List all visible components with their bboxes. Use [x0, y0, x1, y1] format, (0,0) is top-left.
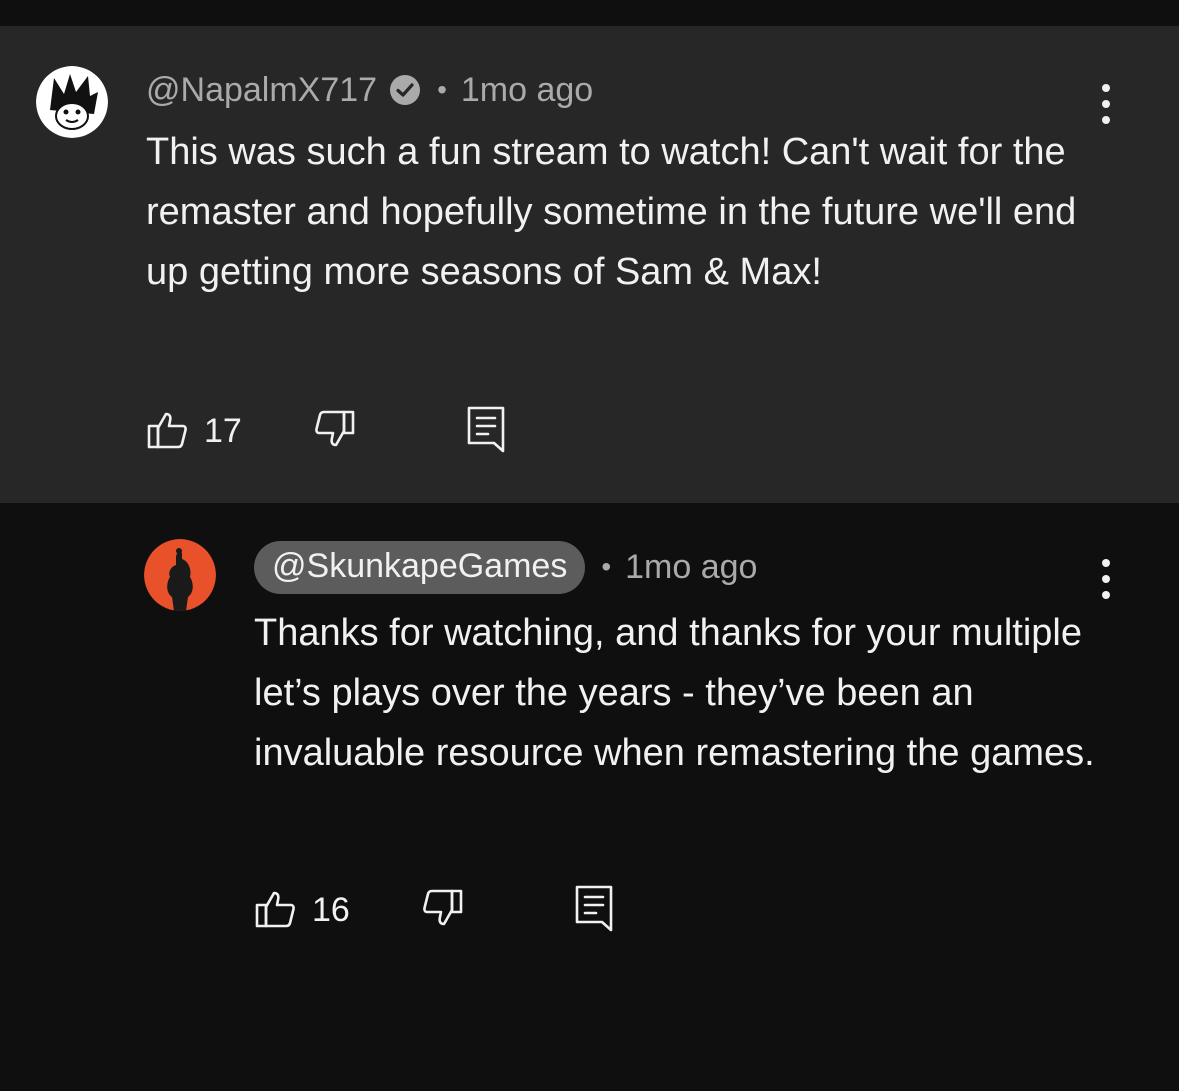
dislike-button[interactable] [422, 887, 464, 934]
reply-icon [466, 405, 506, 458]
like-button[interactable]: 16 [254, 887, 350, 934]
reply-text: Thanks for watching, and thanks for your… [254, 612, 1095, 774]
creator-handle-chip[interactable]: @SkunkapeGames [254, 540, 586, 594]
dislike-button[interactable] [314, 408, 356, 455]
more-options-button[interactable] [1086, 80, 1126, 128]
separator-dot: • [437, 74, 447, 105]
reply-button[interactable] [574, 884, 614, 937]
comment-actions: 17 [146, 406, 506, 456]
top-strip [0, 0, 1179, 26]
commenter-avatar[interactable] [36, 66, 108, 138]
comment-timestamp[interactable]: 1mo ago [461, 71, 593, 110]
creator-avatar[interactable] [144, 539, 216, 611]
like-button[interactable]: 17 [146, 408, 242, 455]
thumbs-down-icon [314, 408, 356, 455]
comment-header: @NapalmX717 • 1mo ago [146, 70, 593, 110]
reply-timestamp[interactable]: 1mo ago [625, 548, 757, 587]
reply-icon [574, 884, 614, 937]
like-count: 17 [204, 411, 242, 450]
reply-button[interactable] [466, 405, 506, 458]
separator-dot: • [601, 551, 612, 582]
comment-reply: @SkunkapeGames • 1mo ago Thanks for watc… [0, 503, 1179, 1091]
reply-actions: 16 [254, 885, 614, 935]
thumbs-up-icon [254, 887, 296, 934]
like-count: 16 [312, 890, 350, 929]
thumbs-up-icon [146, 408, 188, 455]
thumbs-down-icon [422, 887, 464, 934]
more-options-button[interactable] [1086, 555, 1126, 603]
verified-check-icon [389, 74, 421, 106]
commenter-handle[interactable]: @NapalmX717 [146, 71, 377, 110]
reply-header: @SkunkapeGames • 1mo ago [254, 539, 757, 595]
comment-text: This was such a fun stream to watch! Can… [146, 131, 1077, 293]
comment-highlighted: @NapalmX717 • 1mo ago This was such a fu… [0, 26, 1179, 503]
